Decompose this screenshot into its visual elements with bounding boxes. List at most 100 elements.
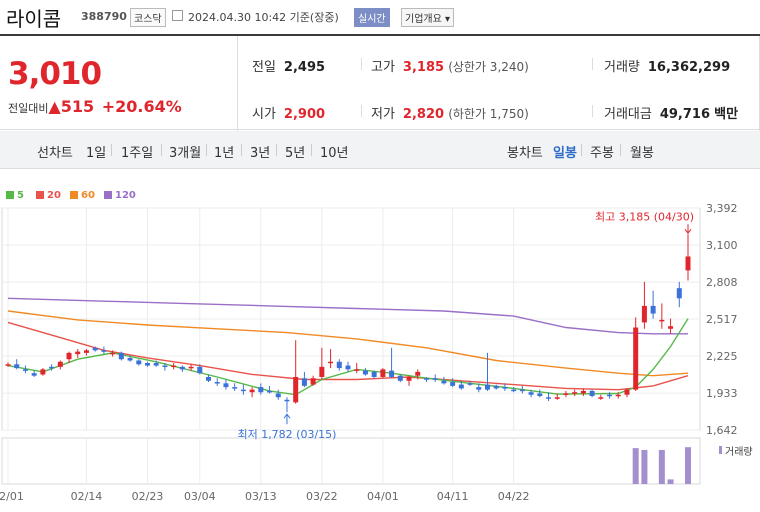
candle-body bbox=[580, 390, 586, 394]
candle-body bbox=[685, 256, 691, 271]
price-chart[interactable]: 3,392 3,100 2,808 2,517 2,225 1,933 1,642 02/01… bbox=[0, 0, 760, 512]
x-tick-label: 04/01 bbox=[367, 490, 399, 503]
candle-body bbox=[249, 389, 255, 393]
candle-body bbox=[397, 375, 403, 381]
x-tick-label: 03/22 bbox=[306, 490, 338, 503]
candle-body bbox=[223, 383, 229, 388]
candle-body bbox=[589, 390, 595, 397]
candle-body bbox=[40, 369, 46, 375]
candle-body bbox=[197, 366, 203, 374]
candle-body bbox=[188, 366, 194, 369]
y-tick-label: 2,808 bbox=[706, 276, 738, 289]
y-tick-label: 1,933 bbox=[706, 387, 738, 400]
volume-bar bbox=[667, 479, 674, 484]
low-annotation: 최저 1,782 (03/15) bbox=[237, 428, 336, 441]
candle-body bbox=[441, 380, 447, 384]
candle-body bbox=[232, 387, 238, 389]
candle-body bbox=[49, 366, 55, 369]
candle-body bbox=[319, 366, 325, 377]
candle-body bbox=[22, 369, 28, 371]
candle-body bbox=[519, 389, 525, 392]
candle-body bbox=[66, 352, 72, 360]
high-annotation: 최고 3,185 (04/30) bbox=[595, 210, 694, 223]
candle-body bbox=[554, 397, 560, 399]
candle-body bbox=[267, 390, 273, 393]
y-tick-label: 1,642 bbox=[706, 424, 738, 437]
x-tick-label: 03/13 bbox=[245, 490, 277, 503]
candle-body bbox=[179, 366, 185, 370]
y-tick-label: 3,100 bbox=[706, 239, 738, 252]
candle-body bbox=[659, 319, 665, 322]
candle-body bbox=[284, 399, 290, 402]
candle-body bbox=[206, 376, 212, 381]
candle-body bbox=[310, 378, 316, 385]
candle-body bbox=[153, 363, 159, 366]
candle-body bbox=[92, 347, 98, 351]
candle-body bbox=[624, 389, 630, 395]
candle-body bbox=[171, 365, 177, 368]
candle-body bbox=[432, 378, 438, 380]
candle-body bbox=[293, 376, 299, 403]
candle-body bbox=[75, 351, 81, 355]
candle-body bbox=[607, 394, 613, 397]
candle-body bbox=[371, 371, 377, 377]
x-tick-label: 02/23 bbox=[132, 490, 164, 503]
candle-body bbox=[423, 378, 429, 380]
volume-bar bbox=[658, 449, 665, 484]
candle-body bbox=[389, 370, 395, 377]
candle-body bbox=[57, 361, 63, 367]
candle-body bbox=[101, 350, 107, 352]
candle-body bbox=[528, 392, 534, 395]
x-tick-label: 04/22 bbox=[498, 490, 530, 503]
candle-body bbox=[668, 326, 674, 329]
candle-body bbox=[240, 389, 246, 392]
candle-body bbox=[676, 288, 682, 299]
candle-body bbox=[615, 394, 621, 397]
volume-label: 거래량 bbox=[725, 446, 753, 458]
candle-body bbox=[493, 385, 499, 389]
candle-body bbox=[214, 382, 220, 384]
candle-body bbox=[467, 383, 473, 385]
candle-body bbox=[31, 373, 37, 376]
candle-body bbox=[650, 305, 656, 314]
candle-body bbox=[563, 393, 569, 395]
candle-body bbox=[110, 352, 116, 355]
candle-body bbox=[144, 363, 150, 366]
candle-body bbox=[537, 393, 543, 397]
candle-body bbox=[415, 371, 421, 376]
volume-bar bbox=[685, 447, 691, 484]
candle-body bbox=[502, 387, 508, 389]
candle-body bbox=[258, 387, 264, 393]
candle-body bbox=[450, 382, 456, 386]
candle-body bbox=[406, 376, 412, 381]
candle-body bbox=[118, 352, 124, 360]
volume-frame bbox=[1, 437, 701, 485]
candle-body bbox=[328, 361, 334, 364]
candle-body bbox=[83, 350, 89, 353]
candle-body bbox=[511, 389, 517, 392]
candle-body bbox=[345, 365, 351, 370]
volume-legend-swatch bbox=[719, 446, 722, 454]
candle-body bbox=[641, 305, 647, 323]
x-tick-label: 03/04 bbox=[184, 490, 216, 503]
candle-body bbox=[598, 397, 604, 399]
y-tick-label: 3,392 bbox=[706, 202, 738, 215]
candle-body bbox=[380, 369, 386, 377]
volume-bar bbox=[632, 448, 639, 484]
candle-body bbox=[354, 369, 360, 371]
candle-body bbox=[572, 392, 578, 394]
candle-body bbox=[458, 384, 464, 389]
volume-bar bbox=[641, 449, 648, 484]
x-tick-label: 04/11 bbox=[437, 490, 469, 503]
candle-body bbox=[301, 378, 307, 386]
candle-body bbox=[5, 364, 11, 366]
candle-body bbox=[136, 360, 142, 365]
candle-body bbox=[546, 397, 552, 399]
y-tick-label: 2,225 bbox=[706, 350, 738, 363]
candle-body bbox=[476, 387, 482, 390]
candle-body bbox=[14, 364, 20, 369]
y-tick-label: 2,517 bbox=[706, 313, 738, 326]
candle-body bbox=[362, 370, 368, 375]
candle-body bbox=[336, 361, 342, 369]
candle-body bbox=[484, 384, 490, 390]
